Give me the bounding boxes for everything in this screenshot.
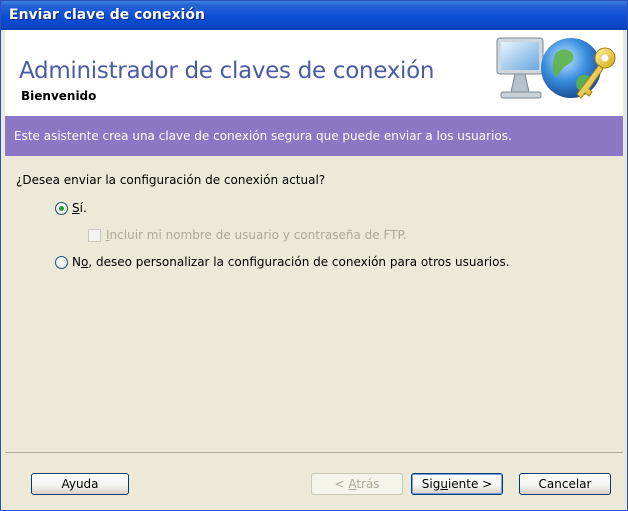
next-button-label: Siguiente >: [421, 477, 493, 491]
radio-send-current-label: Sí.: [72, 201, 87, 215]
help-button[interactable]: Ayuda: [31, 473, 129, 495]
cancel-button[interactable]: Cancelar: [519, 473, 611, 495]
radio-button-checked[interactable]: [55, 201, 68, 215]
window-title: Enviar clave de conexión: [9, 7, 205, 23]
include-credentials-label: Incluir mi nombre de usuario y contraseñ…: [106, 228, 407, 242]
button-bar: Ayuda < Atrás Siguiente > Cancelar: [5, 452, 623, 509]
radio-customize-label: No, deseo personalizar la configuración …: [72, 255, 510, 269]
radio-customize[interactable]: No, deseo personalizar la configuración …: [55, 255, 510, 269]
back-button-label: < Atrás: [334, 477, 380, 491]
question-label: ¿Desea enviar la configuración de conexi…: [16, 173, 326, 187]
next-button[interactable]: Siguiente >: [411, 473, 503, 495]
banner-text: Este asistente crea una clave de conexió…: [14, 129, 512, 143]
title-bar[interactable]: Enviar clave de conexión: [1, 1, 627, 30]
radio-button-unchecked[interactable]: [55, 255, 68, 269]
wizard-header: Administrador de claves de conexión Bien…: [5, 30, 623, 116]
wizard-content: ¿Desea enviar la configuración de conexi…: [5, 156, 623, 452]
computer-globe-key-icon: [496, 37, 616, 99]
back-button[interactable]: < Atrás: [311, 473, 403, 495]
checkbox-box[interactable]: [88, 228, 101, 242]
info-banner: Este asistente crea una clave de conexió…: [5, 116, 623, 156]
header-title: Administrador de claves de conexión: [19, 58, 435, 84]
header-subtitle: Bienvenido: [21, 89, 97, 103]
radio-send-current[interactable]: Sí.: [55, 201, 87, 215]
include-credentials-checkbox[interactable]: Incluir mi nombre de usuario y contraseñ…: [88, 228, 407, 242]
dialog-window: Enviar clave de conexión Administrador d…: [0, 0, 628, 511]
